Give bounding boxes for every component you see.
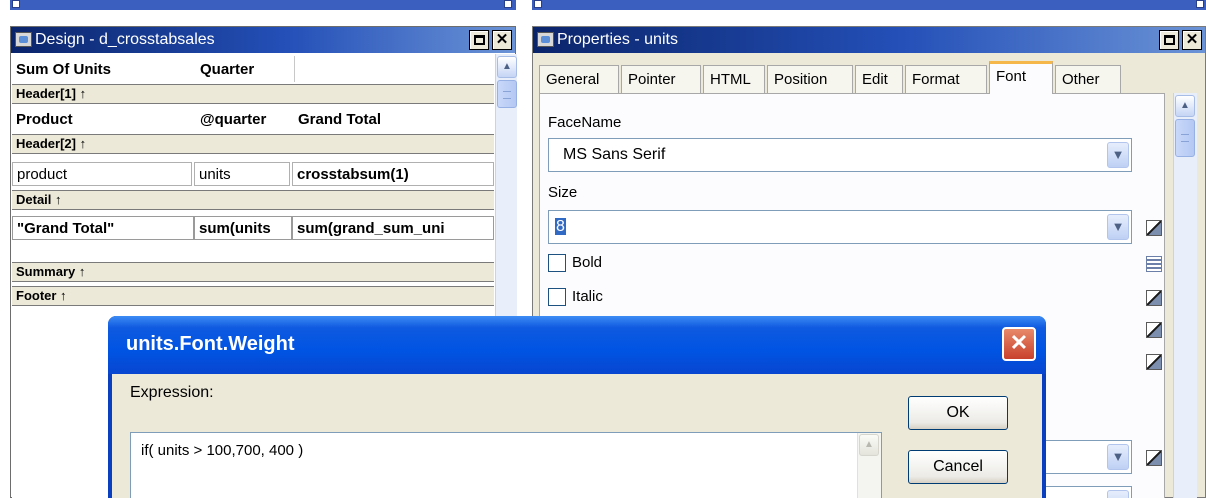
band-header2[interactable]: Header[2] ↑ (12, 134, 494, 154)
size-label: Size (548, 184, 578, 201)
bold-label: Bold (572, 254, 603, 271)
chevron-up-icon: ▲ (864, 439, 874, 450)
cancel-button[interactable]: Cancel (908, 450, 1008, 484)
facename-value: MS Sans Serif (563, 146, 666, 163)
tab-format[interactable]: Format (905, 65, 987, 93)
dialog-titlebar[interactable]: units.Font.Weight ✕ (108, 316, 1046, 374)
italic-checkbox[interactable] (548, 288, 566, 306)
tab-html[interactable]: HTML (703, 65, 765, 93)
properties-window-frame-top (532, 0, 1206, 10)
quarter-label[interactable]: Quarter (196, 58, 292, 82)
size-expression-icon[interactable] (1146, 220, 1162, 236)
underline-expression-icon[interactable] (1146, 322, 1162, 338)
font-color-dropdown[interactable]: ▼ (1040, 440, 1132, 474)
restore-icon (1163, 35, 1175, 45)
design-close-button[interactable]: ✕ (492, 30, 512, 50)
bold-checkbox[interactable] (548, 254, 566, 272)
band-header1[interactable]: Header[1] ↑ (12, 84, 494, 104)
units-column[interactable]: units (194, 162, 290, 186)
expression-textarea[interactable]: if( units > 100,700, 400 ) ▲ (130, 432, 882, 498)
font-color-dropdown-arrow[interactable]: ▼ (1107, 444, 1129, 470)
dialog-body: Expression: if( units > 100,700, 400 ) ▲… (112, 374, 1042, 498)
sum-of-units-label[interactable]: Sum Of Units (12, 58, 194, 82)
close-icon: ✕ (495, 31, 509, 48)
quarter-header-text[interactable]: @quarter (196, 108, 294, 132)
design-window-title: Design - d_crosstabsales (35, 31, 215, 48)
expression-scroll-up-button[interactable]: ▲ (859, 434, 879, 456)
design-frame-grip-right (504, 0, 512, 8)
expression-scrollbar[interactable]: ▲ (857, 433, 881, 498)
properties-scroll-up-button[interactable]: ▲ (1175, 95, 1195, 117)
tab-general[interactable]: General (539, 65, 619, 93)
italic-expression-icon[interactable] (1146, 290, 1162, 306)
grand-total-text[interactable]: "Grand Total" (12, 216, 194, 240)
properties-frame-grip (534, 0, 542, 8)
sum-grand-sum-compute[interactable]: sum(grand_sum_uni (292, 216, 494, 240)
tab-position[interactable]: Position (767, 65, 853, 93)
properties-window-title: Properties - units (557, 31, 678, 48)
properties-restore-button[interactable] (1159, 30, 1179, 50)
design-document-icon (15, 32, 32, 47)
crosstabsum-column[interactable]: crosstabsum(1) (292, 162, 494, 186)
facename-dropdown-arrow[interactable]: ▼ (1107, 142, 1129, 168)
properties-vertical-scrollbar[interactable]: ▲ (1173, 93, 1197, 498)
italic-label: Italic (572, 288, 603, 305)
expression-text: if( units > 100,700, 400 ) (141, 442, 304, 459)
tab-edit[interactable]: Edit (855, 65, 903, 93)
design-window-frame-top (10, 0, 516, 10)
design-scroll-thumb[interactable] (497, 80, 517, 108)
bold-expression-icon[interactable] (1146, 256, 1162, 272)
design-scroll-up-button[interactable]: ▲ (497, 56, 517, 78)
close-icon: ✕ (1185, 31, 1199, 48)
design-frame-grip (12, 0, 20, 8)
size-dropdown-arrow[interactable]: ▼ (1107, 214, 1129, 240)
design-titlebar[interactable]: Design - d_crosstabsales ✕ (11, 27, 515, 53)
properties-frame-grip-right (1196, 0, 1204, 8)
size-value[interactable]: 8 (555, 218, 566, 235)
chevron-down-icon: ▼ (1111, 147, 1125, 162)
expression-dialog: units.Font.Weight ✕ Expression: if( unit… (108, 316, 1046, 498)
background-color-dropdown[interactable]: ▼ (1040, 486, 1132, 498)
strikeout-expression-icon[interactable] (1146, 354, 1162, 370)
tab-pointer[interactable]: Pointer (621, 65, 701, 93)
chevron-up-icon: ▲ (502, 61, 512, 72)
chevron-up-icon: ▲ (1180, 100, 1190, 111)
column-divider (294, 56, 295, 82)
chevron-down-icon: ▼ (1111, 219, 1125, 234)
band-footer[interactable]: Footer ↑ (12, 286, 494, 306)
close-icon: ✕ (1009, 330, 1029, 355)
restore-icon (473, 35, 485, 45)
font-color-expression-icon[interactable] (1146, 450, 1162, 466)
product-column[interactable]: product (12, 162, 192, 186)
properties-close-button[interactable]: ✕ (1182, 30, 1202, 50)
grand-total-header-text[interactable]: Grand Total (294, 108, 494, 132)
facename-dropdown[interactable]: MS Sans Serif ▼ (548, 138, 1132, 172)
tab-other[interactable]: Other (1055, 65, 1121, 93)
size-dropdown[interactable]: 8 ▼ (548, 210, 1132, 244)
dialog-close-button[interactable]: ✕ (1002, 327, 1036, 361)
tab-font[interactable]: Font (989, 61, 1053, 94)
background-color-dropdown-arrow[interactable]: ▼ (1107, 490, 1129, 498)
ok-button[interactable]: OK (908, 396, 1008, 430)
product-header-text[interactable]: Product (12, 108, 194, 132)
facename-label: FaceName (548, 114, 622, 131)
band-detail[interactable]: Detail ↑ (12, 190, 494, 210)
properties-document-icon (537, 32, 554, 47)
sum-units-compute[interactable]: sum(units (194, 216, 292, 240)
properties-scroll-thumb[interactable] (1175, 119, 1195, 157)
band-summary[interactable]: Summary ↑ (12, 262, 494, 282)
properties-titlebar[interactable]: Properties - units ✕ (533, 27, 1205, 53)
chevron-down-icon: ▼ (1111, 449, 1125, 464)
design-restore-button[interactable] (469, 30, 489, 50)
expression-label: Expression: (130, 384, 214, 401)
dialog-title: units.Font.Weight (126, 333, 295, 355)
